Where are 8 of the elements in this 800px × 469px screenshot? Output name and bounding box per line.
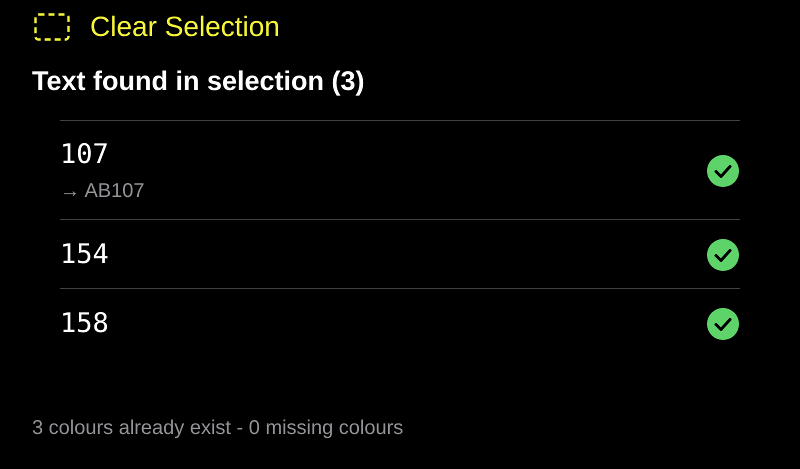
result-value: 158	[60, 308, 110, 340]
status-text: 3 colours already exist - 0 missing colours	[32, 417, 404, 440]
dashed-square-icon	[34, 13, 70, 41]
clear-selection-button[interactable]: Clear Selection	[32, 8, 280, 46]
mapped-value: → AB107	[60, 179, 146, 203]
result-value: 154	[60, 239, 110, 271]
section-heading: Text found in selection (3)	[32, 65, 366, 98]
result-value: 107	[60, 139, 110, 171]
